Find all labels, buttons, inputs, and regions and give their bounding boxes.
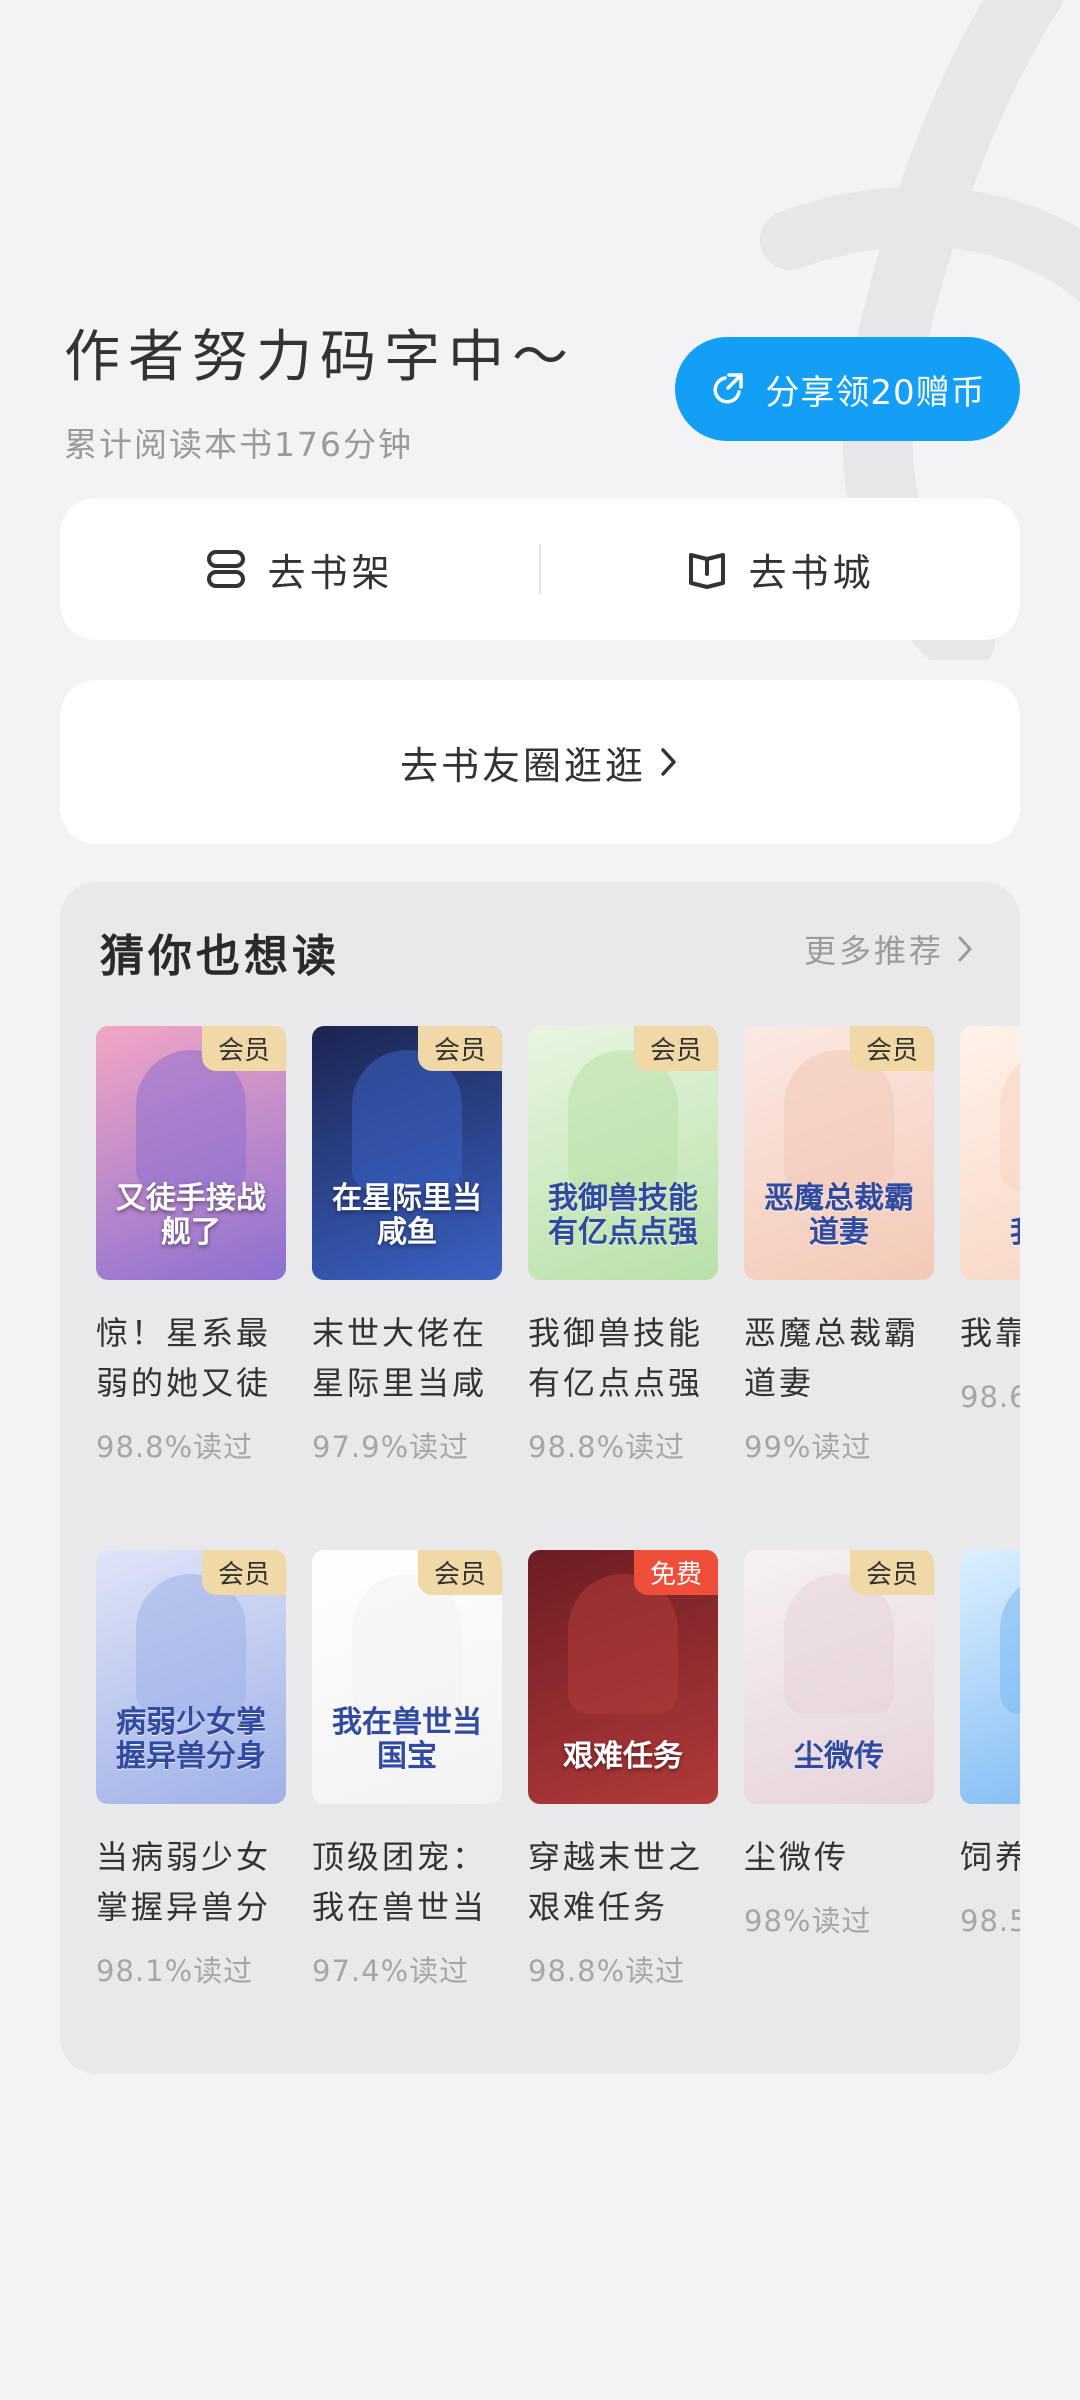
reader-circle-label: 去书友圈逛逛 xyxy=(399,743,646,788)
book-item[interactable]: 又徒手接战舰了 会员 惊！星系最弱的她又徒 98.8%读过 xyxy=(96,1026,286,1466)
go-bookstore-button[interactable]: 去书城 xyxy=(541,542,1020,597)
navigation-card: 去书架 去书城 xyxy=(60,498,1020,640)
book-read-rate: 98.8%读过 xyxy=(96,1430,254,1464)
book-title[interactable]: 顶级团宠：我在兽世当 xyxy=(312,1832,502,1932)
book-title[interactable]: 末世大佬在星际里当咸 xyxy=(312,1308,502,1408)
book-title[interactable]: 恶魔总裁霸道妻 xyxy=(744,1308,934,1408)
cover-title: 病弱少女掌握异兽分身 xyxy=(116,1705,266,1774)
share-icon xyxy=(713,373,744,404)
book-tag-badge: 会员 xyxy=(417,1026,502,1071)
book-cover[interactable]: 恶魔总裁霸道妻 会员 xyxy=(744,1026,934,1280)
cover-title: 尘微传 xyxy=(794,1739,884,1774)
go-bookstore-label: 去书城 xyxy=(748,550,875,595)
book-cover[interactable]: 饲… 会员 xyxy=(960,1550,1020,1804)
book-read-rate: 98.8%读过 xyxy=(528,1430,686,1464)
cover-title: 又徒手接战舰了 xyxy=(116,1181,266,1250)
book-read-rate: 98.6%读过 xyxy=(960,1380,1020,1414)
book-tag-badge: 会员 xyxy=(201,1026,286,1071)
book-item[interactable]: 病弱少女掌握异兽分身 会员 当病弱少女掌握异兽分 98.1%读过 xyxy=(96,1550,286,1990)
cover-title: 我…爆 xyxy=(968,1216,1020,1250)
book-cover[interactable]: 我御兽技能有亿点点强 会员 xyxy=(528,1026,718,1280)
go-bookshelf-button[interactable]: 去书架 xyxy=(60,542,539,597)
book-row-1: 又徒手接战舰了 会员 惊！星系最弱的她又徒 98.8%读过 在星际里当咸鱼 会员… xyxy=(96,1026,1020,1466)
book-read-rate: 99%读过 xyxy=(744,1430,872,1464)
book-store-icon xyxy=(689,553,726,589)
cover-title: 艰难任务 xyxy=(563,1739,683,1774)
book-title[interactable]: 穿越末世之艰难任务 xyxy=(528,1832,718,1932)
cover-illustration xyxy=(1000,1050,1020,1190)
cover-title: 在星际里当咸鱼 xyxy=(332,1181,482,1250)
book-tag-badge: 免费 xyxy=(633,1550,718,1595)
book-item[interactable]: 饲… 会员 饲养她是 98.5%读过 xyxy=(960,1550,1020,1990)
recommendation-title: 猜你也想读 xyxy=(100,931,340,982)
cover-illustration xyxy=(1000,1574,1020,1714)
cover-title: 我御兽技能有亿点点强 xyxy=(548,1181,698,1250)
book-read-rate: 97.9%读过 xyxy=(312,1430,470,1464)
book-title[interactable]: 我御兽技能有亿点点强 xyxy=(528,1308,718,1408)
cover-illustration xyxy=(784,1574,894,1714)
book-row-2: 病弱少女掌握异兽分身 会员 当病弱少女掌握异兽分 98.1%读过 我在兽世当国宝… xyxy=(96,1550,1020,1990)
cover-illustration xyxy=(352,1050,462,1190)
cover-illustration xyxy=(568,1050,678,1190)
book-tag-badge: 会员 xyxy=(417,1550,502,1595)
reading-time-summary: 累计阅读本书176分钟 xyxy=(64,425,413,464)
book-title[interactable]: 尘微传 xyxy=(744,1832,934,1882)
go-bookshelf-label: 去书架 xyxy=(267,550,394,595)
cover-illustration xyxy=(352,1574,462,1714)
chevron-right-icon xyxy=(958,936,972,962)
cover-illustration xyxy=(136,1574,246,1714)
more-recommendations-link[interactable]: 更多推荐 xyxy=(804,926,974,972)
book-item[interactable]: 尘微传 会员 尘微传 98%读过 xyxy=(744,1550,934,1990)
book-cover[interactable]: 尘微传 会员 xyxy=(744,1550,934,1804)
page-title: 作者努力码字中～ xyxy=(64,325,576,390)
cover-title: 恶魔总裁霸道妻 xyxy=(764,1181,914,1250)
book-read-rate: 98.1%读过 xyxy=(96,1954,254,1988)
book-title[interactable]: 当病弱少女掌握异兽分 xyxy=(96,1832,286,1932)
bookshelf-icon xyxy=(207,550,246,588)
more-recommendations-label: 更多推荐 xyxy=(803,932,944,970)
book-cover[interactable]: 又徒手接战舰了 会员 xyxy=(96,1026,286,1280)
book-title[interactable]: 惊！星系最弱的她又徒 xyxy=(96,1308,286,1408)
book-read-rate: 97.4%读过 xyxy=(312,1954,470,1988)
cover-illustration xyxy=(568,1574,678,1714)
book-tag-badge: 会员 xyxy=(849,1550,934,1595)
book-read-rate: 98.5%读过 xyxy=(960,1904,1020,1938)
cover-illustration xyxy=(784,1050,894,1190)
share-earn-coins-button[interactable]: 分享领20赠币 xyxy=(675,337,1020,441)
book-read-rate: 98.8%读过 xyxy=(528,1954,686,1988)
book-item[interactable]: 我…爆 会员 我靠神病 98.6%读过 xyxy=(960,1026,1020,1466)
book-item[interactable]: 我御兽技能有亿点点强 会员 我御兽技能有亿点点强 98.8%读过 xyxy=(528,1026,718,1466)
book-cover[interactable]: 在星际里当咸鱼 会员 xyxy=(312,1026,502,1280)
chevron-right-icon xyxy=(661,748,676,776)
recommendation-panel: 猜你也想读 更多推荐 又徒手接战舰了 会员 惊！星系最弱的她又徒 98.8%读过… xyxy=(60,882,1020,2074)
book-item[interactable]: 我在兽世当国宝 会员 顶级团宠：我在兽世当 97.4%读过 xyxy=(312,1550,502,1990)
book-read-rate: 98%读过 xyxy=(744,1904,872,1938)
book-tag-badge: 会员 xyxy=(633,1026,718,1071)
book-item[interactable]: 在星际里当咸鱼 会员 末世大佬在星际里当咸 97.9%读过 xyxy=(312,1026,502,1466)
book-item[interactable]: 恶魔总裁霸道妻 会员 恶魔总裁霸道妻 99%读过 xyxy=(744,1026,934,1466)
cover-title: 饲… xyxy=(968,1740,1020,1774)
book-tag-badge: 会员 xyxy=(849,1026,934,1071)
book-title[interactable]: 饲养她是 xyxy=(960,1832,1020,1882)
share-button-label: 分享领20赠币 xyxy=(765,372,986,413)
cover-illustration xyxy=(136,1050,246,1190)
go-reader-circle-button[interactable]: 去书友圈逛逛 xyxy=(60,680,1020,844)
book-cover[interactable]: 病弱少女掌握异兽分身 会员 xyxy=(96,1550,286,1804)
book-title[interactable]: 我靠神病 xyxy=(960,1308,1020,1358)
cover-title: 我在兽世当国宝 xyxy=(332,1705,482,1774)
book-cover[interactable]: 我…爆 会员 xyxy=(960,1026,1020,1280)
book-cover[interactable]: 艰难任务 免费 xyxy=(528,1550,718,1804)
book-item[interactable]: 艰难任务 免费 穿越末世之艰难任务 98.8%读过 xyxy=(528,1550,718,1990)
book-cover[interactable]: 我在兽世当国宝 会员 xyxy=(312,1550,502,1804)
book-tag-badge: 会员 xyxy=(201,1550,286,1595)
